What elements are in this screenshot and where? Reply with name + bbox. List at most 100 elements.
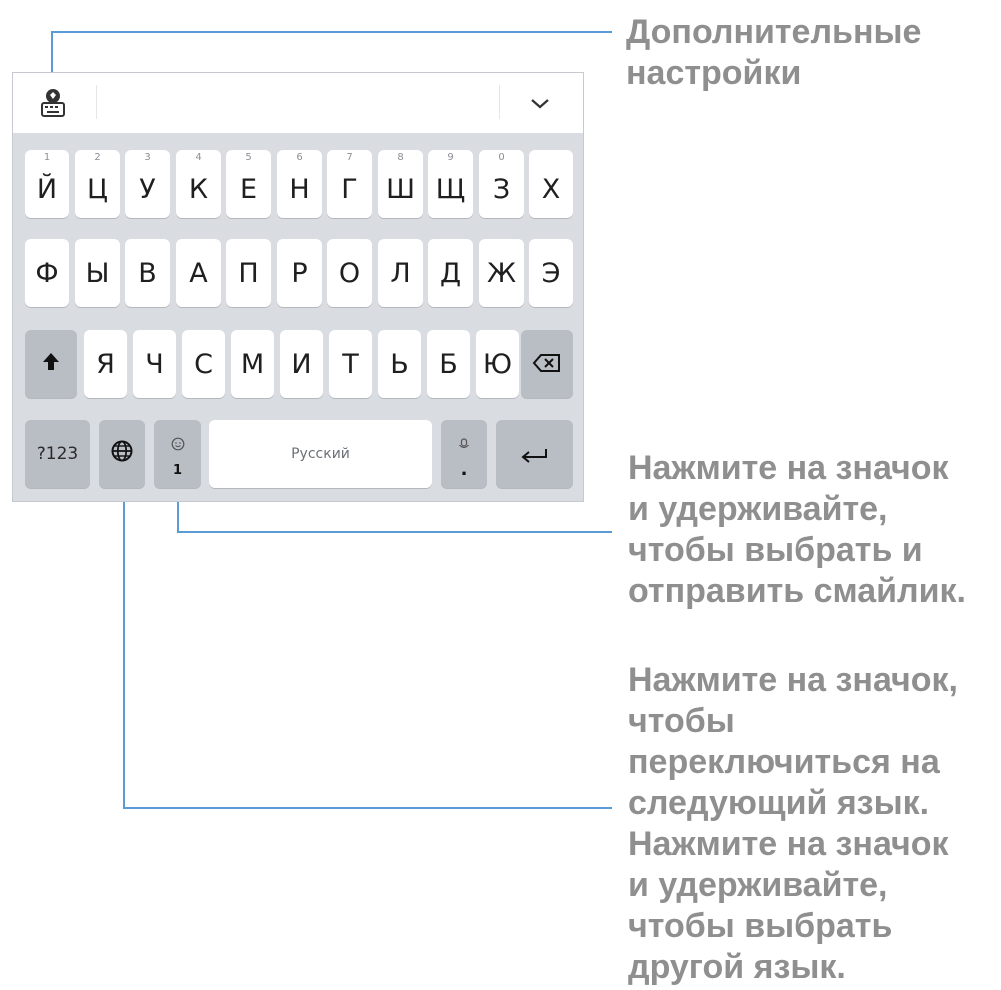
keyboard-toolbar [13, 73, 583, 133]
period-key[interactable]: . [441, 420, 487, 488]
annotation-line: Нажмите на значок [628, 449, 949, 487]
key-label: У [139, 173, 156, 205]
key-label: О [338, 257, 361, 289]
backspace-key[interactable] [521, 330, 573, 398]
key[interactable]: Р [277, 239, 322, 307]
key-label: Й [36, 173, 58, 205]
key-label: Д [439, 257, 462, 289]
key-label: Ь [390, 348, 409, 380]
key-label: Е [239, 173, 258, 205]
key-number-hint: 6 [296, 152, 303, 163]
key-number-hint: 3 [144, 152, 151, 163]
key-label: Ф [35, 257, 59, 289]
key[interactable]: Ч [133, 330, 176, 398]
shift-key[interactable] [25, 330, 77, 398]
keyboard: 1Й 2Ц 3У 4К 5Е 6Н 7Г 8Ш 9Щ 0З Х Ф Ы В А … [12, 72, 584, 502]
annotation-line: Нажмите на значок [628, 825, 949, 863]
symbols-key-label: ?123 [36, 444, 79, 464]
key[interactable]: А [176, 239, 221, 307]
emoji-annotation: Нажмите на значок и удерживайте, чтобы в… [628, 448, 966, 612]
enter-key[interactable] [496, 420, 573, 488]
annotation-line: отправить смайлик. [628, 572, 966, 610]
key[interactable]: 6Н [277, 150, 322, 218]
key-label: Т [342, 348, 359, 380]
key-label: П [238, 257, 259, 289]
key-label: В [138, 257, 157, 289]
language-switch-key[interactable] [99, 420, 145, 488]
shift-arrow-icon [41, 349, 61, 380]
key-number-hint: 4 [195, 152, 202, 163]
key[interactable]: И [280, 330, 323, 398]
key[interactable]: Ф [25, 239, 69, 307]
key[interactable]: 0З [479, 150, 524, 218]
emoji-key-sublabel: 1 [172, 463, 183, 478]
annotation-line: чтобы выбрать и [628, 531, 923, 569]
key[interactable]: 9Щ [428, 150, 473, 218]
key[interactable]: Б [427, 330, 470, 398]
key-label: З [492, 173, 511, 205]
key[interactable]: Ы [75, 239, 120, 307]
key[interactable]: 1Й [25, 150, 69, 218]
key-label: Л [390, 257, 411, 289]
key[interactable]: Э [529, 239, 573, 307]
key-label: Ю [482, 348, 513, 380]
key-number-hint: 2 [94, 152, 101, 163]
key-label: Г [341, 173, 358, 205]
key[interactable]: В [125, 239, 170, 307]
key[interactable]: Х [529, 150, 573, 218]
key[interactable]: 7Г [327, 150, 372, 218]
key[interactable]: 5Е [226, 150, 271, 218]
annotation-line: чтобы выбрать [628, 907, 893, 945]
key-number-hint: 0 [498, 152, 505, 163]
space-bar[interactable]: Русский [209, 420, 432, 488]
key-label: С [194, 348, 213, 380]
keyboard-settings-icon[interactable] [37, 87, 69, 119]
key[interactable]: О [327, 239, 372, 307]
annotation-line: Нажмите на значок, [628, 661, 958, 699]
key-label: М [240, 348, 265, 380]
key-number-hint: 5 [245, 152, 252, 163]
key[interactable]: П [226, 239, 271, 307]
key-label: Ч [145, 348, 164, 380]
key[interactable]: 3У [125, 150, 170, 218]
key-label: Р [291, 257, 308, 289]
key[interactable]: 4К [176, 150, 221, 218]
key[interactable]: Д [428, 239, 473, 307]
emoji-key[interactable]: 1 [154, 420, 201, 488]
key[interactable]: 8Ш [378, 150, 423, 218]
key-label: Ш [386, 173, 415, 205]
symbols-key[interactable]: ?123 [25, 420, 90, 488]
annotation-line: настройки [626, 54, 802, 92]
toolbar-divider [499, 85, 500, 119]
key-label: Б [439, 348, 458, 380]
key-label: Щ [435, 173, 466, 205]
key[interactable]: Ж [479, 239, 524, 307]
key[interactable]: Ь [378, 330, 421, 398]
key[interactable]: Т [329, 330, 372, 398]
enter-icon [520, 439, 550, 470]
key[interactable]: Л [378, 239, 423, 307]
backspace-icon [532, 349, 562, 380]
key-number-hint: 8 [397, 152, 404, 163]
chevron-down-icon[interactable] [525, 91, 555, 115]
key[interactable]: С [182, 330, 225, 398]
settings-annotation: Дополнительные настройки [626, 12, 921, 94]
key-label: Х [541, 173, 561, 205]
key-label: Э [541, 257, 561, 289]
key-number-hint: 1 [43, 152, 51, 163]
space-bar-label: Русский [291, 446, 350, 462]
key-label: К [188, 173, 209, 205]
key-label: Ж [486, 257, 517, 289]
microphone-icon [441, 428, 487, 459]
key[interactable]: М [231, 330, 274, 398]
smiley-icon [154, 427, 201, 458]
annotation-line: чтобы [628, 702, 735, 740]
annotation-line: переключиться на [628, 743, 940, 781]
key[interactable]: Я [84, 330, 127, 398]
key[interactable]: Ю [476, 330, 519, 398]
language-annotation: Нажмите на значок, чтобы переключиться н… [628, 660, 958, 988]
key[interactable]: 2Ц [75, 150, 120, 218]
key-label: А [189, 257, 208, 289]
annotation-line: и удерживайте, [628, 866, 888, 904]
key-number-hint: 7 [346, 152, 353, 163]
